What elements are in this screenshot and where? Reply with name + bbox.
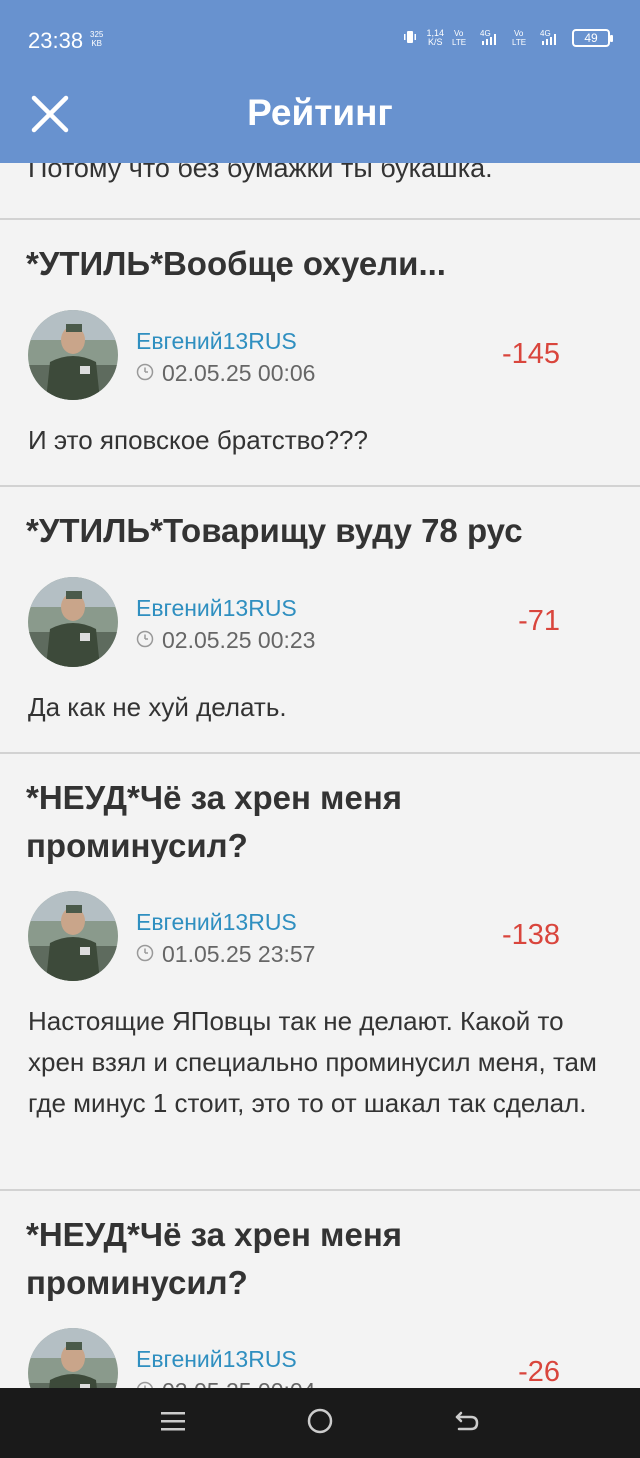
app-bar: 23:38 325 KB 1,14 K/S Vo LTE 4G Vo LTE 4G	[0, 0, 640, 163]
back-icon	[453, 1408, 481, 1439]
divider	[0, 752, 640, 754]
post-date: 02.05.25 00:06	[136, 360, 315, 387]
svg-text:4G: 4G	[540, 29, 551, 38]
rating-score: -26	[518, 1356, 560, 1388]
svg-text:LTE: LTE	[452, 38, 466, 46]
author-name[interactable]: Евгений13RUS	[136, 1346, 297, 1373]
date-text: 02.05.25 00:23	[162, 627, 316, 653]
home-icon	[306, 1407, 334, 1440]
previous-post-body-tail: Потому что без бумажки ты букашка.	[28, 163, 493, 183]
page-title: Рейтинг	[247, 92, 393, 133]
status-time: 23:38	[28, 28, 84, 53]
post-body: Да как не хуй делать.	[28, 692, 287, 722]
svg-text:Vo: Vo	[514, 29, 524, 38]
net-speed-2: 1,14 K/S	[426, 29, 444, 47]
post-title[interactable]: *НЕУД*Чё за хрен меня проминусил?	[26, 1211, 616, 1307]
vibrate-icon	[402, 29, 418, 47]
author-name[interactable]: Евгений13RUS	[136, 595, 297, 622]
status-icons: 1,14 K/S Vo LTE 4G Vo LTE 4G 49	[402, 28, 613, 48]
volte-icon-2: Vo LTE	[512, 28, 532, 48]
net-speed-2-unit: K/S	[427, 37, 443, 47]
rating-score: -71	[518, 605, 560, 637]
net-speed-value: 325	[90, 30, 104, 39]
post-date: 02.05.25 00:23	[136, 627, 315, 654]
date-text: 02.05.25 00:06	[162, 360, 316, 386]
post-title[interactable]: *УТИЛЬ*Товарищу вуду 78 рус	[26, 507, 616, 555]
post-body: Настоящие ЯПовцы так не делают. Какой то…	[28, 1006, 597, 1118]
clock-icon	[136, 941, 154, 968]
signal-4g-icon: 4G	[480, 28, 504, 48]
post-title[interactable]: *НЕУД*Чё за хрен меня проминусил?	[26, 774, 616, 870]
divider	[0, 218, 640, 220]
avatar[interactable]	[28, 891, 118, 981]
menu-button[interactable]	[153, 1403, 193, 1443]
author-name[interactable]: Евгений13RUS	[136, 909, 297, 936]
svg-text:4G: 4G	[480, 29, 491, 38]
home-button[interactable]	[300, 1403, 340, 1443]
date-text: 02.05.25 00:04	[162, 1378, 315, 1388]
menu-icon	[160, 1409, 186, 1438]
author-name[interactable]: Евгений13RUS	[136, 328, 297, 355]
battery-icon: 49	[572, 29, 613, 47]
signal-4g-icon-2: 4G	[540, 28, 564, 48]
net-speed: 325 KB	[90, 30, 103, 48]
avatar[interactable]	[28, 1328, 118, 1388]
date-text: 01.05.25 23:57	[162, 941, 316, 967]
post-date: 01.05.25 23:57	[136, 941, 315, 968]
post-body: И это яповское братство???	[28, 425, 368, 455]
svg-text:Vo: Vo	[454, 29, 464, 38]
svg-text:LTE: LTE	[512, 38, 526, 46]
post-date: 02.05.25 00:04	[136, 1378, 315, 1388]
volte-icon: Vo LTE	[452, 28, 472, 48]
avatar[interactable]	[28, 310, 118, 400]
post-title[interactable]: *УТИЛЬ*Вообще охуели...	[26, 240, 616, 288]
avatar[interactable]	[28, 577, 118, 667]
back-button[interactable]	[447, 1403, 487, 1443]
divider	[0, 485, 640, 487]
divider	[0, 1189, 640, 1191]
rating-score: -145	[501, 338, 560, 370]
system-nav-bar	[0, 1388, 640, 1458]
clock-icon	[136, 360, 154, 387]
clock-icon	[136, 1378, 154, 1388]
rating-score: -138	[501, 919, 560, 951]
rating-list[interactable]: Потому что без бумажки ты букашка. *УТИЛ…	[0, 163, 640, 1388]
clock-icon	[136, 627, 154, 654]
status-bar: 23:38 325 KB 1,14 K/S Vo LTE 4G Vo LTE 4G	[0, 0, 640, 80]
net-speed-unit: KB	[91, 39, 103, 48]
